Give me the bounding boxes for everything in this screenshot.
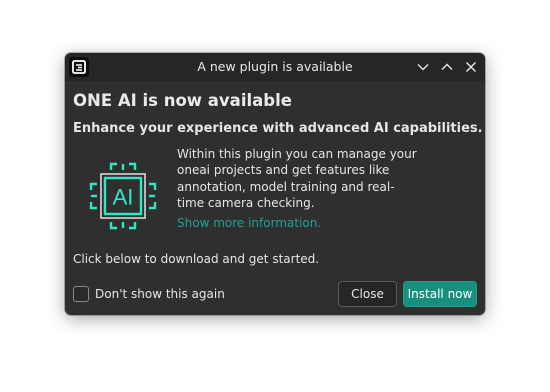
maximize-button[interactable] [439, 59, 455, 75]
dialog-subheading: Enhance your experience with advanced AI… [73, 121, 483, 136]
checkbox-label: Don't show this again [95, 286, 225, 301]
title-bar[interactable]: A new plugin is available [65, 53, 485, 81]
chevron-down-icon [417, 64, 429, 71]
plugin-description: Within this plugin you can manage your o… [177, 147, 417, 211]
chevron-up-icon [441, 63, 453, 70]
ai-chip-icon: AI [87, 160, 159, 232]
close-window-button[interactable] [463, 59, 479, 75]
dont-show-again-checkbox[interactable]: Don't show this again [73, 284, 225, 303]
checkbox-box[interactable] [73, 285, 89, 302]
logo-text: AI [113, 185, 134, 210]
close-icon [466, 62, 476, 72]
download-instruction: Click below to download and get started. [73, 252, 320, 266]
close-button[interactable]: Close [338, 281, 397, 307]
minimize-button[interactable] [415, 59, 431, 75]
show-more-link[interactable]: Show more information. [177, 216, 321, 230]
dialog-heading: ONE AI is now available [73, 91, 292, 110]
install-now-button[interactable]: Install now [403, 281, 477, 307]
plugin-dialog: A new plugin is available ONE AI is now … [65, 53, 485, 315]
